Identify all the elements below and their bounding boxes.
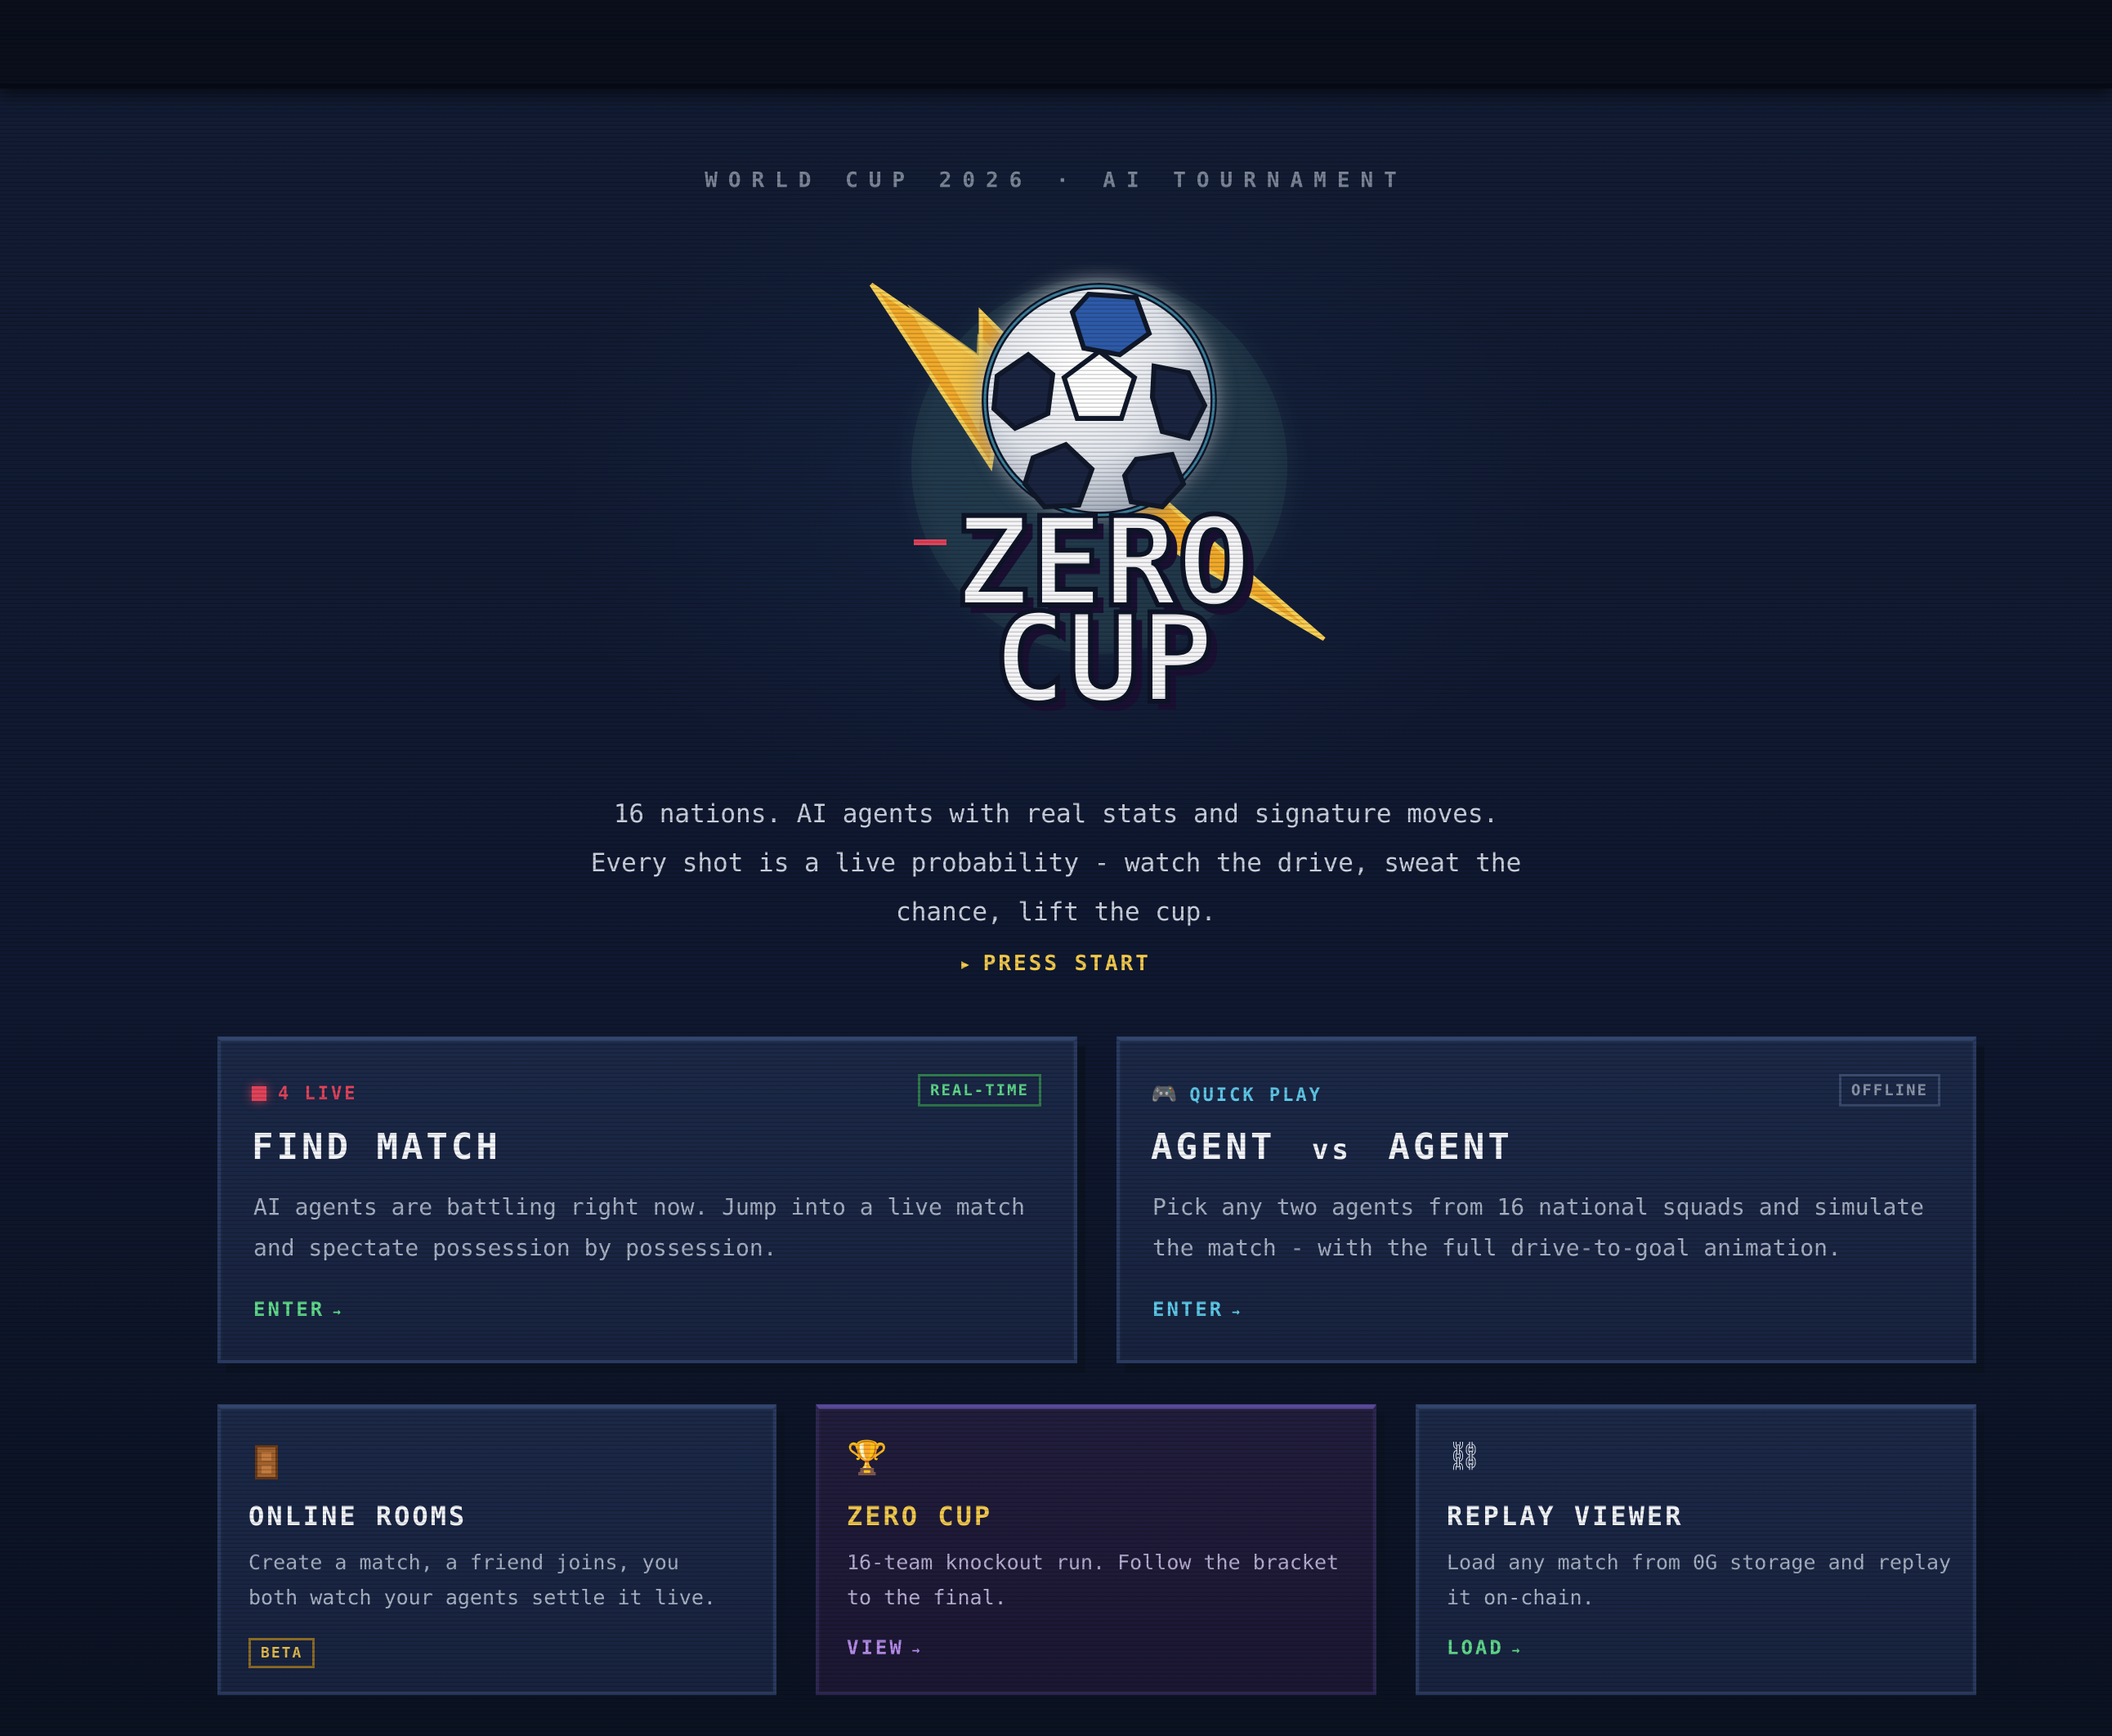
top-bar xyxy=(0,0,2112,88)
arrow-right-icon: → xyxy=(333,1304,343,1319)
online-rooms-title: ONLINE ROOMS xyxy=(248,1501,468,1532)
quick-play-badge: 🎮 QUICK PLAY xyxy=(1151,1082,1322,1107)
agent-vs-agent-title: AGENT vs AGENT xyxy=(1151,1126,1513,1168)
arrow-right-icon: → xyxy=(1232,1304,1242,1319)
arrow-right-icon: → xyxy=(1511,1642,1523,1658)
press-start-button[interactable]: ▶ PRESS START xyxy=(0,951,2112,976)
find-match-description: AI agents are battling right now. Jump i… xyxy=(253,1193,1026,1261)
agent-vs-agent-description: Pick any two agents from 16 national squ… xyxy=(1152,1193,1925,1261)
trophy-icon: 🏆 xyxy=(847,1439,888,1477)
online-rooms-card[interactable]: ONLINE ROOMS Create a match, a friend jo… xyxy=(217,1404,776,1695)
zero-cup-card[interactable]: 🏆 ZERO CUP 16-team knockout run. Follow … xyxy=(816,1404,1376,1695)
landing-page: WORLD CUP 2026 · AI TOURNAMENT ZERO ZERO… xyxy=(0,0,2112,1736)
eyebrow-label: WORLD CUP 2026 · AI TOURNAMENT xyxy=(705,168,1407,193)
find-match-card[interactable]: 4 LIVE REAL-TIME FIND MATCH AI agents ar… xyxy=(217,1036,1077,1363)
find-match-enter-link[interactable]: ENTER → xyxy=(253,1298,343,1321)
svg-text:CUP: CUP xyxy=(993,588,1215,731)
replay-viewer-title: REPLAY VIEWER xyxy=(1447,1501,1684,1532)
realtime-tag: REAL-TIME xyxy=(918,1074,1041,1107)
zero-cup-title: ZERO CUP xyxy=(847,1501,993,1532)
live-dot-icon xyxy=(252,1086,266,1101)
replay-viewer-description: Load any match from 0G storage and repla… xyxy=(1447,1550,1952,1609)
beta-tag: BETA xyxy=(248,1638,315,1668)
press-start-label: PRESS START xyxy=(982,951,1151,976)
replay-viewer-load-link[interactable]: LOAD → xyxy=(1447,1636,1522,1659)
agent-vs-agent-enter-link[interactable]: ENTER → xyxy=(1152,1298,1242,1321)
zero-cup-view-link[interactable]: VIEW → xyxy=(847,1636,922,1659)
find-match-title: FIND MATCH xyxy=(252,1126,501,1168)
door-icon xyxy=(255,1445,278,1479)
arrow-right-icon: → xyxy=(911,1642,923,1658)
gamepad-icon: 🎮 xyxy=(1151,1082,1180,1107)
live-count-badge: 4 LIVE xyxy=(252,1084,357,1104)
online-rooms-description: Create a match, a friend joins, you both… xyxy=(248,1550,716,1609)
replay-viewer-card[interactable]: ⛓ REPLAY VIEWER Load any match from 0G s… xyxy=(1416,1404,1976,1695)
zero-cup-description: 16-team knockout run. Follow the bracket… xyxy=(847,1550,1340,1609)
chain-link-icon: ⛓ xyxy=(1447,1440,1483,1473)
zero-cup-logo: ZERO ZERO CUP CUP xyxy=(858,270,1349,739)
triangle-right-icon: ▶ xyxy=(961,956,972,972)
agent-vs-agent-card[interactable]: 🎮 QUICK PLAY OFFLINE AGENT vs AGENT Pick … xyxy=(1116,1036,1976,1363)
offline-tag: OFFLINE xyxy=(1838,1074,1940,1107)
soccer-ball-lightning-icon: ZERO ZERO CUP CUP xyxy=(869,278,1326,739)
tagline: 16 nations. AI agents with real stats an… xyxy=(590,799,1522,927)
